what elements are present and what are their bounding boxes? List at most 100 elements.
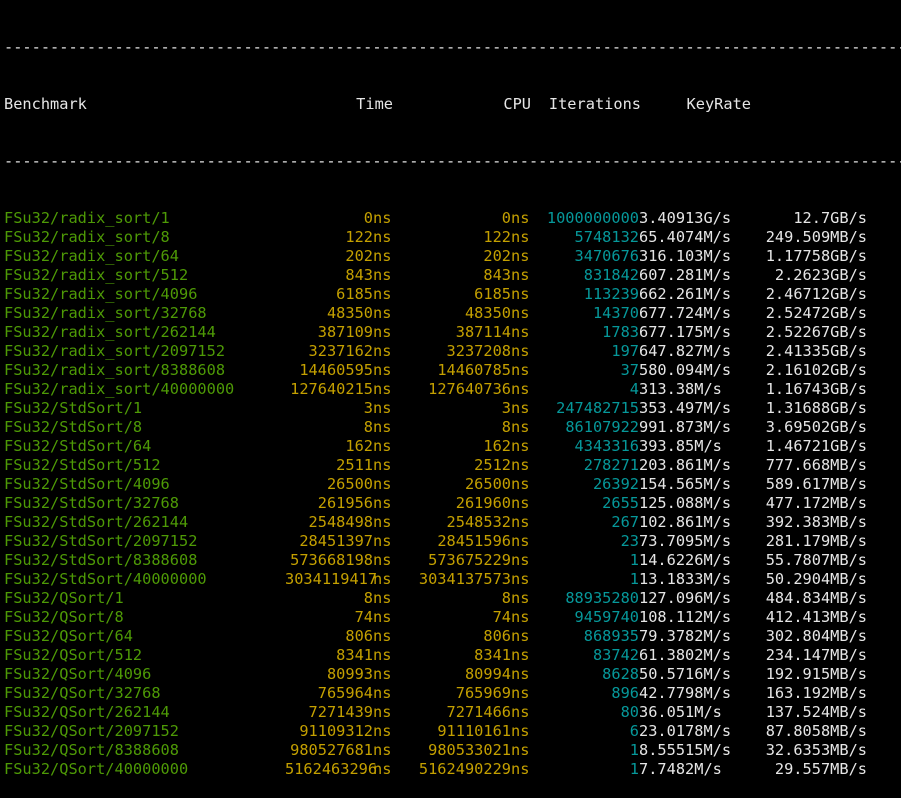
- keyrate-value: 125.088M/s: [639, 494, 732, 512]
- time-unit: ns: [373, 247, 392, 265]
- keyrate-value: 677.175M/s: [639, 323, 732, 341]
- terminal-window: ----------------------------------------…: [0, 0, 901, 778]
- time-value: 8: [363, 589, 373, 607]
- cpu-value: 387114: [455, 323, 511, 341]
- time-value: 74: [354, 608, 373, 626]
- cpu-unit: ns: [511, 513, 530, 531]
- cpu-unit: ns: [511, 722, 530, 740]
- byterate-value: 477.172MB/s: [765, 494, 867, 512]
- cpu-unit: ns: [511, 494, 530, 512]
- cpu-value: 980533021: [428, 741, 511, 759]
- keyrate-value: 313.38M/s: [639, 380, 722, 398]
- iterations-value: 831842: [583, 266, 639, 284]
- header-keyrate: KeyRate: [686, 95, 751, 113]
- table-row: FSu32/StdSort/1 3ns 3ns 247482715353.497M/s…: [4, 399, 901, 418]
- time-unit: ns: [373, 323, 392, 341]
- time-unit: ns: [373, 285, 392, 303]
- byterate-value: 777.668MB/s: [765, 456, 867, 474]
- header-benchmark: Benchmark: [4, 95, 87, 113]
- table-row: FSu32/radix_sort/2097152 3237162ns 3237208…: [4, 342, 901, 361]
- cpu-value: 806: [483, 627, 511, 645]
- keyrate-value: 662.261M/s: [639, 285, 732, 303]
- benchmark-name: FSu32/QSort/32768: [4, 684, 161, 702]
- table-row: FSu32/StdSort/40000000 3034119417ns 303413…: [4, 570, 901, 589]
- time-value: 5162463296: [285, 760, 378, 778]
- separator-line-top: ----------------------------------------…: [4, 38, 901, 56]
- cpu-unit: ns: [511, 437, 530, 455]
- table-row: FSu32/radix_sort/262144 387109ns 387114ns 1…: [4, 323, 901, 342]
- cpu-value: 7271466: [446, 703, 511, 721]
- time-value: 202: [345, 247, 373, 265]
- table-row: FSu32/StdSort/2097152 28451397ns 28451596n…: [4, 532, 901, 551]
- time-unit: ns: [373, 665, 392, 683]
- keyrate-value: 102.861M/s: [639, 513, 732, 531]
- time-unit: ns: [373, 494, 392, 512]
- time-unit: ns: [373, 684, 392, 702]
- keyrate-value: 7.7482M/s: [639, 760, 722, 778]
- table-row: FSu32/QSort/262144 7271439ns 7271466ns 8036…: [4, 703, 901, 722]
- time-value: 261956: [317, 494, 373, 512]
- cpu-unit: ns: [511, 608, 530, 626]
- iterations-value: 14370: [592, 304, 639, 322]
- benchmark-name: FSu32/QSort/8: [4, 608, 124, 626]
- cpu-value: 5162490229: [418, 760, 511, 778]
- table-row: FSu32/QSort/8 74ns 74ns 9459740108.112M/s 41…: [4, 608, 901, 627]
- table-row: FSu32/QSort/64 806ns 806ns 86893579.3782M/s…: [4, 627, 901, 646]
- cpu-value: 202: [483, 247, 511, 265]
- separator-line-bottom: ----------------------------------------…: [4, 152, 901, 170]
- cpu-value: 2548532: [446, 513, 511, 531]
- table-row: FSu32/radix_sort/1 0ns 0ns 10000000003.4091…: [4, 209, 901, 228]
- iterations-value: 80: [620, 703, 639, 721]
- cpu-unit: ns: [511, 456, 530, 474]
- iterations-value: 1783: [602, 323, 639, 341]
- keyrate-value: 8.55515M/s: [639, 741, 732, 759]
- byterate-value: 1.31688GB/s: [765, 399, 867, 417]
- iterations-value: 6: [629, 722, 639, 740]
- cpu-value: 122: [483, 228, 511, 246]
- table-row: FSu32/StdSort/8 8ns 8ns 86107922991.873M/s 3…: [4, 418, 901, 437]
- iterations-value: 896: [611, 684, 639, 702]
- cpu-value: 765969: [455, 684, 511, 702]
- cpu-value: 28451596: [437, 532, 511, 550]
- benchmark-name: FSu32/QSort/512: [4, 646, 143, 664]
- byterate-value: 137.524MB/s: [765, 703, 867, 721]
- iterations-value: 1000000000: [546, 209, 639, 227]
- cpu-value: 6185: [474, 285, 511, 303]
- time-value: 573668198: [290, 551, 373, 569]
- table-row: FSu32/radix_sort/512 843ns 843ns 831842607.…: [4, 266, 901, 285]
- time-unit: ns: [373, 228, 392, 246]
- benchmark-name: FSu32/QSort/64: [4, 627, 133, 645]
- cpu-unit: ns: [511, 646, 530, 664]
- keyrate-value: 316.103M/s: [639, 247, 732, 265]
- time-value: 806: [345, 627, 373, 645]
- time-value: 80993: [326, 665, 373, 683]
- iterations-value: 1: [629, 570, 639, 588]
- byterate-value: 2.41335GB/s: [765, 342, 867, 360]
- iterations-value: 83742: [592, 646, 639, 664]
- time-value: 162: [345, 437, 373, 455]
- time-value: 980527681: [290, 741, 373, 759]
- byterate-value: 2.52267GB/s: [765, 323, 867, 341]
- byterate-value: 55.7807MB/s: [765, 551, 867, 569]
- byterate-value: 234.147MB/s: [765, 646, 867, 664]
- time-value: 8: [363, 418, 373, 436]
- header-time: Time: [356, 95, 393, 113]
- benchmark-name: FSu32/radix_sort/40000000: [4, 380, 235, 398]
- iterations-value: 278271: [583, 456, 639, 474]
- cpu-value: 162: [483, 437, 511, 455]
- time-value: 6185: [336, 285, 373, 303]
- time-unit: ns: [373, 532, 392, 550]
- cpu-unit: ns: [511, 304, 530, 322]
- iterations-value: 197: [611, 342, 639, 360]
- time-value: 122: [345, 228, 373, 246]
- cpu-unit: ns: [511, 285, 530, 303]
- cpu-unit: ns: [511, 209, 530, 227]
- table-row: FSu32/QSort/8388608 980527681ns 980533021n…: [4, 741, 901, 760]
- cpu-value: 2512: [474, 456, 511, 474]
- byterate-value: 589.617MB/s: [765, 475, 867, 493]
- time-unit: ns: [373, 551, 392, 569]
- cpu-unit: ns: [511, 399, 530, 417]
- header-iterations: Iterations: [548, 95, 641, 113]
- iterations-value: 9459740: [574, 608, 639, 626]
- benchmark-name: FSu32/StdSort/1: [4, 399, 143, 417]
